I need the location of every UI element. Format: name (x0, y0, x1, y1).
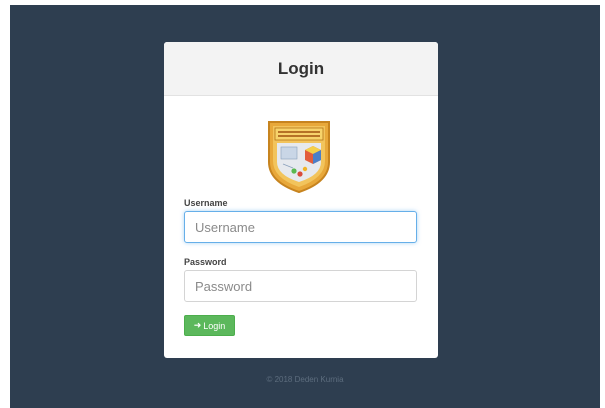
school-crest-logo (267, 118, 331, 194)
login-panel: Login Username Password (164, 42, 438, 358)
username-input[interactable] (184, 211, 417, 243)
copyright-footer: © 2018 Deden Kurnia (266, 375, 344, 384)
page-background: Login Username Password (10, 5, 600, 408)
password-label: Password (184, 257, 227, 267)
panel-header: Login (164, 42, 438, 96)
sign-in-icon: ➜ (193, 320, 202, 330)
password-input[interactable] (184, 270, 417, 302)
login-button-label: Login (203, 320, 226, 331)
login-button[interactable]: ➜ Login (184, 315, 235, 336)
page-title: Login (277, 58, 325, 78)
username-label: Username (184, 198, 228, 208)
